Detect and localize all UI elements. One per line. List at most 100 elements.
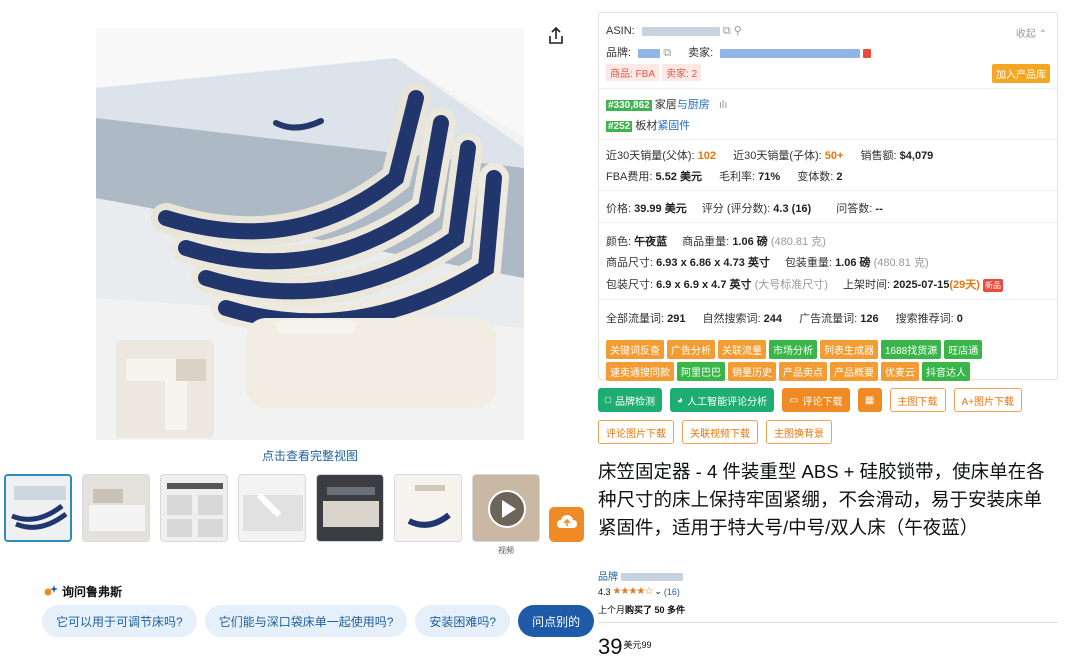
rank-row-1: #330,862 家居与厨房 ılı (606, 96, 727, 112)
kw-all-label: 全部流量词: (606, 313, 665, 325)
dims-label: 商品尺寸: (606, 257, 654, 269)
tool-tag[interactable]: 1688找货源 (881, 340, 942, 359)
thumbnail-strip (4, 474, 540, 542)
ask-chip-1[interactable]: 它可以用于可调节床吗? (42, 605, 197, 637)
thumbnail-2[interactable] (82, 474, 150, 542)
fba-fee-value: 5.52 美元 (655, 171, 702, 183)
seller-label: 卖家: (688, 47, 714, 59)
kw-organic-value[interactable]: 244 (764, 313, 782, 325)
aplus-download-button[interactable]: A+图片下载 (953, 388, 1023, 412)
tool-tag[interactable]: 关联流量 (718, 340, 766, 359)
tool-tag[interactable]: 列表生成器 (820, 340, 878, 359)
thumbnail-video[interactable] (472, 474, 540, 542)
share-icon[interactable] (546, 26, 566, 46)
pkg-dims-value: 6.9 x 6.9 x 4.7 英寸 (656, 279, 752, 291)
price-rating-row: 价格: 39.99 美元 评分 (评分数): 4.3 (16) 问答数: -- (606, 200, 883, 216)
inset-detail-image (116, 340, 214, 438)
tool-tag[interactable]: 销量历史 (728, 362, 776, 381)
chevron-down-icon[interactable]: ⌄ (654, 586, 662, 597)
color-label: 颜色: (606, 236, 632, 248)
asin-value-redacted (641, 26, 720, 36)
main-image-download-button[interactable]: 主图下载 (889, 388, 946, 412)
seller-value-redacted[interactable] (720, 48, 861, 58)
tool-tag[interactable]: 速卖通搜同款 (606, 362, 674, 381)
view-full-image-link[interactable]: 点击查看完整视图 (0, 447, 620, 464)
tool-tag[interactable]: 优麦云 (881, 362, 919, 381)
keywords-row: 全部流量词: 291 自然搜索词: 244 广告流量词: 126 搜索推荐词: … (606, 310, 963, 326)
location-icon[interactable]: ⚲ (734, 25, 742, 37)
rating-label: 评分 (评分数): (701, 203, 771, 215)
rank-badge-2: #252 (606, 121, 633, 132)
ask-something-else-button[interactable]: 问点别的 (518, 605, 595, 637)
brand-check-label: 品牌检测 (615, 396, 656, 408)
tool-tag[interactable]: 关键词反查 (606, 340, 664, 359)
cloud-download-button[interactable] (549, 507, 584, 542)
tool-toolbar: □ 品牌检测 ◕ 人工智能评论分析 ▭ 评论下载 ▦ 主图下载 A+图片下载 评论图片… (598, 388, 1058, 444)
related-video-download-button[interactable]: 关联视频下载 (682, 420, 758, 444)
brand-prefix: 品牌 (598, 572, 618, 583)
thumbnail-6[interactable] (394, 474, 462, 542)
ask-rufus-title: 询问鲁弗斯 (62, 585, 123, 599)
margin-label: 毛利率: (719, 171, 756, 183)
ask-chip-3[interactable]: 安装困难吗? (415, 605, 511, 637)
price-value: 39.99 美元 (634, 203, 687, 215)
chevron-up-icon: ⌃ (1038, 29, 1047, 40)
main-image-background-button[interactable]: 主图换背景 (766, 420, 832, 444)
pkg-dims-label: 包装尺寸: (606, 279, 654, 291)
variants-value: 2 (836, 171, 843, 183)
color-weight-row: 颜色: 午夜蓝 商品重量: 1.06 磅 (480.81 克) (606, 233, 826, 249)
thumbnail-5[interactable] (316, 474, 384, 542)
rating-summary[interactable]: 4.3 ★★★★☆ ⌄ (16) (598, 586, 680, 597)
rating-value: 4.3 (773, 203, 789, 215)
tool-tag[interactable]: 抖音达人 (922, 362, 970, 381)
weight-grams: (480.81 克) (770, 236, 826, 248)
thumbnail-4[interactable] (238, 474, 306, 542)
kw-rec-value[interactable]: 0 (957, 313, 963, 325)
tool-tag[interactable]: 市场分析 (769, 340, 817, 359)
rank-category-1a: 家居 (654, 99, 677, 111)
ai-icon: ◕ (677, 394, 684, 406)
bar-chart-icon[interactable]: ılı (719, 99, 728, 111)
pkg-size-class: (大号标准尺寸) (754, 279, 828, 291)
review-download-button[interactable]: ▭ 评论下载 (782, 388, 850, 412)
thumbnail-1[interactable] (4, 474, 72, 542)
tool-tag[interactable]: 阿里巴巴 (677, 362, 725, 381)
tool-tag[interactable]: 产品卖点 (779, 362, 827, 381)
tool-tag[interactable]: 旺店通 (944, 340, 983, 359)
rank-category-2b-link[interactable]: 紧固件 (657, 120, 690, 132)
brand-copy-icon[interactable]: ⧉ (663, 47, 671, 59)
add-to-library-button[interactable]: 加入产品库 (992, 64, 1050, 83)
rank-category-1b-link[interactable]: 与厨房 (677, 99, 710, 111)
new-badge: 新品 (983, 278, 1003, 292)
rating-count-link[interactable]: (16) (664, 587, 680, 597)
brand-link[interactable]: 品牌 (598, 568, 683, 583)
bought-value: 购买了 50 多件 (625, 605, 686, 615)
brand-label: 品牌: (606, 47, 632, 59)
dims-value: 6.93 x 6.86 x 4.73 英寸 (656, 257, 770, 269)
revenue-value: $4,079 (899, 150, 934, 162)
kw-ads-value[interactable]: 126 (860, 313, 878, 325)
ask-chip-2[interactable]: 它们能与深口袋床单一起使用吗? (204, 605, 408, 637)
sales-child-label: 近30天销量(子体): (733, 150, 822, 162)
brand-check-button[interactable]: □ 品牌检测 (598, 388, 663, 412)
ai-review-button[interactable]: ◕ 人工智能评论分析 (670, 388, 775, 412)
star-rating-icon: ★★★★☆ (612, 586, 654, 597)
tool-tag[interactable]: 广告分析 (667, 340, 715, 359)
tool-tag[interactable]: 产品概要 (830, 362, 878, 381)
listed-days: (29天) (949, 279, 980, 291)
rank-badge-1: #330,862 (606, 100, 652, 111)
margin-value: 71% (758, 171, 781, 183)
calculator-button[interactable]: ▦ (857, 388, 882, 412)
bought-last-month: 上个月购买了 50 多件 (598, 603, 685, 616)
thumbnail-3[interactable] (160, 474, 228, 542)
seller-tool-panel: ASIN: ⧉ ⚲ 收起 ⌃ 品牌: ⧉ 卖家: 商品: FBA 卖家: 2 加… (598, 12, 1058, 381)
kw-all-value[interactable]: 291 (667, 313, 685, 325)
copy-icon[interactable]: ⧉ (723, 25, 731, 37)
pkg-weight-grams: (480.81 克) (873, 257, 929, 269)
review-images-download-button[interactable]: 评论图片下载 (598, 420, 674, 444)
ai-review-label: 人工智能评论分析 (687, 396, 768, 408)
listed-date: 2025-07-15 (893, 279, 950, 291)
collapse-toggle[interactable]: 收起 ⌃ (1016, 25, 1047, 40)
brand-value-redacted[interactable] (638, 48, 661, 58)
pkg-weight-label: 包装重量: (784, 257, 832, 269)
